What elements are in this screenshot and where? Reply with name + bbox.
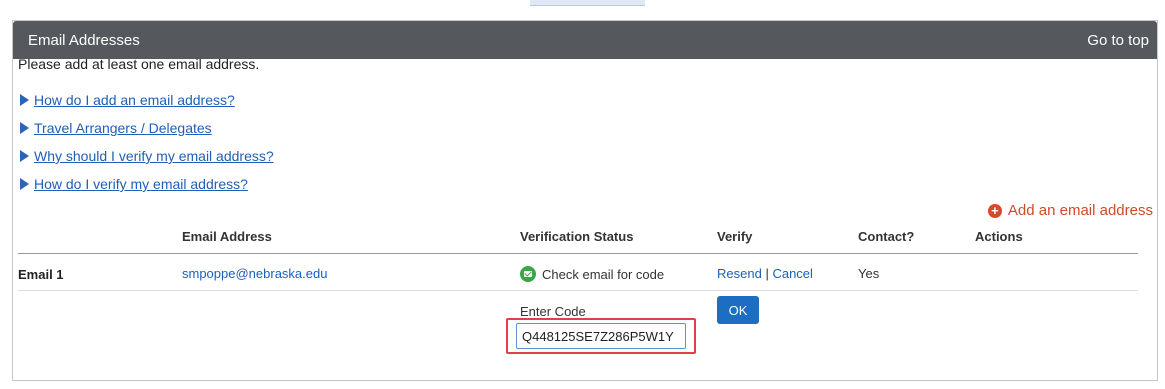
go-to-top-link[interactable]: Go to top: [1087, 32, 1149, 49]
envelope-check-icon: [520, 266, 536, 282]
add-email-button[interactable]: + Add an email address: [987, 202, 1153, 219]
faq-item-why-verify[interactable]: Why should I verify my email address?: [20, 148, 274, 164]
expand-triangle-icon: [20, 178, 29, 190]
column-header-verification-status: Verification Status: [520, 229, 634, 244]
contact-value: Yes: [858, 266, 880, 281]
panel-title: Email Addresses: [28, 31, 140, 49]
faq-item-add-email[interactable]: How do I add an email address?: [20, 92, 235, 108]
panel-header: Email Addresses Go to top: [13, 21, 1157, 59]
faq-link[interactable]: How do I add an email address?: [34, 92, 235, 108]
faq-link[interactable]: Why should I verify my email address?: [34, 148, 274, 164]
column-header-contact: Contact?: [858, 229, 915, 244]
column-header-verify: Verify: [717, 229, 753, 244]
faq-item-travel-arrangers[interactable]: Travel Arrangers / Delegates: [20, 120, 212, 136]
verification-status: Check email for code: [520, 266, 664, 282]
intro-text: Please add at least one email address.: [18, 56, 260, 72]
verify-separator: |: [765, 266, 769, 281]
header-divider: [18, 253, 1138, 254]
status-text: Check email for code: [542, 266, 665, 282]
row-divider: [18, 290, 1138, 291]
row-label: Email 1: [18, 267, 64, 282]
faq-link[interactable]: How do I verify my email address?: [34, 176, 248, 192]
column-header-email: Email Address: [182, 229, 272, 244]
top-tab-edge: [530, 0, 645, 6]
expand-triangle-icon: [20, 94, 29, 106]
email-address-value: smpoppe@nebraska.edu: [182, 266, 328, 281]
expand-triangle-icon: [20, 122, 29, 134]
faq-link[interactable]: Travel Arrangers / Delegates: [34, 120, 212, 136]
column-header-actions: Actions: [975, 229, 1023, 244]
verification-code-input[interactable]: [516, 323, 686, 349]
plus-circle-icon: +: [987, 203, 1002, 218]
ok-button[interactable]: OK: [717, 296, 759, 324]
verify-actions: Resend | Cancel: [717, 266, 813, 281]
cancel-link[interactable]: Cancel: [772, 266, 812, 281]
expand-triangle-icon: [20, 150, 29, 162]
faq-item-how-verify[interactable]: How do I verify my email address?: [20, 176, 248, 192]
enter-code-label: Enter Code: [520, 304, 586, 319]
resend-link[interactable]: Resend: [717, 266, 762, 281]
add-email-label: Add an email address: [1007, 202, 1153, 219]
